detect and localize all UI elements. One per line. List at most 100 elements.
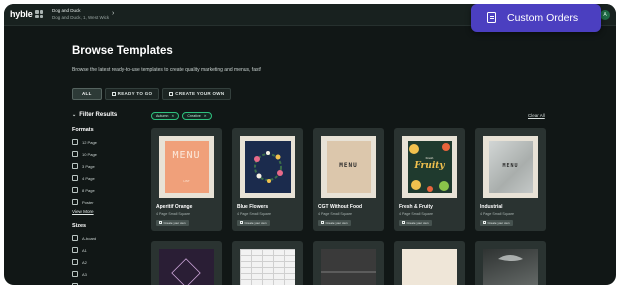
template-thumbnail bbox=[240, 249, 295, 285]
size-checkbox[interactable]: A3 bbox=[72, 268, 96, 280]
diamond-pattern-icon bbox=[171, 258, 201, 285]
size-checkbox[interactable]: A4 bbox=[72, 280, 96, 285]
checkbox[interactable] bbox=[72, 199, 78, 205]
menu-cover-title: MENU bbox=[339, 162, 358, 169]
template-name: Aperitif Orange bbox=[156, 204, 193, 210]
template-tabs: ALL READY TO GO CREATE YOUR OWN bbox=[72, 88, 232, 100]
menu-cover: MENU bbox=[488, 141, 533, 193]
template-name: Blue Flowers bbox=[237, 204, 269, 210]
leaf-illustration-icon bbox=[498, 255, 523, 261]
edit-icon bbox=[159, 221, 162, 225]
template-thumbnail bbox=[159, 249, 214, 285]
template-thumbnail bbox=[402, 249, 457, 285]
template-name: Fresh & Fruity bbox=[399, 204, 433, 210]
template-card-blue-flowers[interactable]: Blue Flowers 4 Page Small Square Create … bbox=[232, 128, 303, 231]
view-more-link[interactable]: View More bbox=[72, 209, 94, 214]
filter-chip-autumn[interactable]: Autumn ✕ bbox=[151, 112, 180, 120]
size-checkbox[interactable]: A2 bbox=[72, 256, 96, 268]
checkbox[interactable] bbox=[72, 235, 78, 241]
apps-grid-icon[interactable] bbox=[35, 10, 43, 18]
page-title: Browse Templates bbox=[72, 45, 173, 57]
menu-cover: MENU bbox=[326, 141, 371, 193]
tab-ready-to-go[interactable]: READY TO GO bbox=[104, 88, 160, 100]
menu-cover-title: Fruity bbox=[414, 161, 445, 171]
template-card-industrial[interactable]: MENU Industrial 4 Page Small Square Crea… bbox=[475, 128, 546, 231]
checkbox[interactable] bbox=[72, 283, 78, 285]
checkbox[interactable] bbox=[72, 151, 78, 157]
chevron-right-icon[interactable]: › bbox=[112, 10, 114, 17]
format-checkbox[interactable]: 12 Page bbox=[72, 136, 97, 148]
sizes-list: A-board A1 A2 A3 A4 bbox=[72, 232, 96, 285]
checkbox[interactable] bbox=[72, 259, 78, 265]
divider bbox=[321, 271, 376, 273]
template-grid: MENU LIST Aperitif Orange 4 Page Small S… bbox=[151, 128, 546, 231]
close-icon[interactable]: ✕ bbox=[171, 114, 174, 118]
tab-create-your-own[interactable]: CREATE YOUR OWN bbox=[162, 88, 232, 100]
template-thumbnail: MENU LIST bbox=[159, 136, 214, 198]
template-card[interactable] bbox=[475, 241, 546, 285]
template-thumbnail bbox=[240, 136, 295, 198]
formats-heading: Formats bbox=[72, 127, 94, 133]
clear-all-link[interactable]: Clear All bbox=[528, 113, 545, 118]
template-card[interactable] bbox=[232, 241, 303, 285]
format-checkbox[interactable]: 8 Page bbox=[72, 184, 97, 196]
format-checkbox[interactable]: 10 Page bbox=[72, 148, 97, 160]
edit-icon bbox=[240, 221, 243, 225]
template-card[interactable] bbox=[313, 241, 384, 285]
template-card-fresh-fruity[interactable]: Fresh Fruity Fresh & Fruity 4 Page Small… bbox=[394, 128, 465, 231]
size-checkbox[interactable]: A-board bbox=[72, 232, 96, 244]
create-your-own-button[interactable]: Create your own bbox=[156, 220, 189, 226]
venue-switcher[interactable]: Dog and Duck Dog and Duck, 1, West Wick bbox=[52, 8, 109, 21]
template-card[interactable] bbox=[151, 241, 222, 285]
template-grid-row-2 bbox=[151, 241, 546, 285]
template-meta: 4 Page Small Square bbox=[237, 212, 271, 216]
template-thumbnail: MENU bbox=[321, 136, 376, 198]
menu-cover-sub: Fresh bbox=[425, 156, 434, 160]
avatar[interactable]: A bbox=[600, 10, 610, 20]
create-your-own-button[interactable]: Create your own bbox=[237, 220, 270, 226]
tab-all[interactable]: ALL bbox=[72, 88, 102, 100]
checkbox[interactable] bbox=[72, 163, 78, 169]
template-thumbnail: MENU bbox=[483, 136, 538, 198]
custom-orders-button[interactable]: Custom Orders bbox=[471, 4, 601, 32]
filter-results-toggle[interactable]: ⌄ Filter Results bbox=[72, 112, 117, 118]
format-checkbox[interactable]: 3 Page bbox=[72, 160, 97, 172]
menu-cover-title: MENU bbox=[172, 150, 201, 161]
template-meta: 4 Page Small Square bbox=[480, 212, 514, 216]
format-checkbox[interactable]: Poster bbox=[72, 196, 97, 208]
document-icon bbox=[487, 12, 496, 23]
edit-icon bbox=[402, 221, 405, 225]
template-card-cgt-without-food[interactable]: MENU CGT Without Food 4 Page Small Squar… bbox=[313, 128, 384, 231]
floral-wreath-icon bbox=[244, 141, 291, 193]
menu-cover: MENU LIST bbox=[164, 141, 209, 193]
create-your-own-button[interactable]: Create your own bbox=[318, 220, 351, 226]
chevron-down-icon: ⌄ bbox=[72, 112, 77, 118]
sizes-heading: Sizes bbox=[72, 223, 87, 229]
format-checkbox[interactable]: 4 Page bbox=[72, 172, 97, 184]
template-card-aperitif-orange[interactable]: MENU LIST Aperitif Orange 4 Page Small S… bbox=[151, 128, 222, 231]
ready-icon bbox=[111, 91, 116, 96]
checkbox[interactable] bbox=[72, 271, 78, 277]
logo[interactable]: hyble bbox=[10, 9, 33, 19]
template-thumbnail: Fresh Fruity bbox=[402, 136, 457, 198]
venue-name: Dog and Duck bbox=[52, 8, 81, 13]
create-your-own-button[interactable]: Create your own bbox=[399, 220, 432, 226]
menu-cover-title: MENU bbox=[502, 163, 519, 169]
checkbox[interactable] bbox=[72, 247, 78, 253]
size-checkbox[interactable]: A1 bbox=[72, 244, 96, 256]
filter-chip-creative[interactable]: Creative ✕ bbox=[182, 112, 212, 120]
template-thumbnail bbox=[483, 249, 538, 285]
edit-icon bbox=[483, 221, 486, 225]
create-your-own-button[interactable]: Create your own bbox=[480, 220, 513, 226]
app-window: hyble Dog and Duck Dog and Duck, 1, West… bbox=[4, 4, 616, 285]
template-card[interactable] bbox=[394, 241, 465, 285]
menu-cover-sub: LIST bbox=[183, 179, 190, 183]
menu-cover: Fresh Fruity bbox=[407, 141, 452, 193]
formats-list: 12 Page 10 Page 3 Page 4 Page 8 Page Pos… bbox=[72, 136, 97, 208]
venue-address: Dog and Duck, 1, West Wick bbox=[52, 15, 110, 20]
template-meta: 4 Page Small Square bbox=[156, 212, 190, 216]
checkbox[interactable] bbox=[72, 139, 78, 145]
close-icon[interactable]: ✕ bbox=[204, 114, 207, 118]
checkbox[interactable] bbox=[72, 187, 78, 193]
checkbox[interactable] bbox=[72, 175, 78, 181]
